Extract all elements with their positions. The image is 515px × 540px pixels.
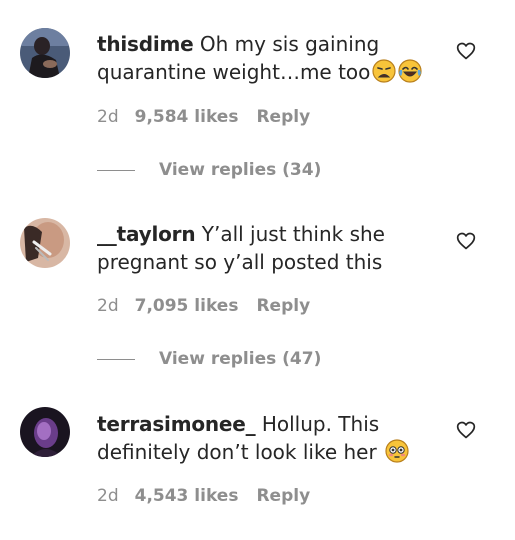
reply-button[interactable]: Reply	[256, 486, 310, 506]
view-replies-label: View replies (34)	[159, 160, 322, 180]
comment-meta: 2d 4,543 likes Reply	[97, 484, 310, 508]
avatar[interactable]	[20, 218, 70, 268]
view-replies-button[interactable]: View replies (47)	[97, 347, 321, 371]
reply-button[interactable]: Reply	[256, 107, 310, 127]
comment-text: thisdime Oh my sis gaining quarantine we…	[97, 30, 427, 90]
avatar[interactable]	[20, 407, 70, 457]
comment-likes[interactable]: 4,543 likes	[135, 486, 239, 506]
comment-username[interactable]: thisdime	[97, 32, 194, 56]
replies-divider-line	[97, 358, 135, 360]
like-heart-icon[interactable]	[456, 231, 476, 251]
flushed-face-emoji	[385, 439, 409, 470]
comment-username[interactable]: __taylorn	[97, 222, 196, 246]
tears-of-joy-emoji	[398, 59, 423, 90]
comment-text: __taylorn Y’all just think she pregnant …	[97, 220, 427, 276]
comment-meta: 2d 7,095 likes Reply	[97, 294, 310, 318]
comment-age: 2d	[97, 107, 119, 127]
like-heart-icon[interactable]	[456, 420, 476, 440]
view-replies-label: View replies (47)	[159, 349, 322, 369]
replies-divider-line	[97, 169, 135, 171]
avatar-photo	[20, 407, 70, 457]
avatar[interactable]	[20, 28, 70, 78]
avatar-photo	[20, 218, 70, 268]
comment-username[interactable]: terrasimonee_	[97, 412, 256, 436]
view-replies-button[interactable]: View replies (34)	[97, 158, 321, 182]
comment-age: 2d	[97, 296, 119, 316]
comment-likes[interactable]: 7,095 likes	[135, 296, 239, 316]
comment-meta: 2d 9,584 likes Reply	[97, 105, 310, 129]
avatar-photo	[20, 28, 70, 78]
reply-button[interactable]: Reply	[256, 296, 310, 316]
weary-face-emoji	[372, 59, 397, 90]
comment-likes[interactable]: 9,584 likes	[135, 107, 239, 127]
like-heart-icon[interactable]	[456, 41, 476, 61]
comment-text: terrasimonee_ Hollup. This definitely do…	[97, 410, 427, 470]
comment-age: 2d	[97, 486, 119, 506]
